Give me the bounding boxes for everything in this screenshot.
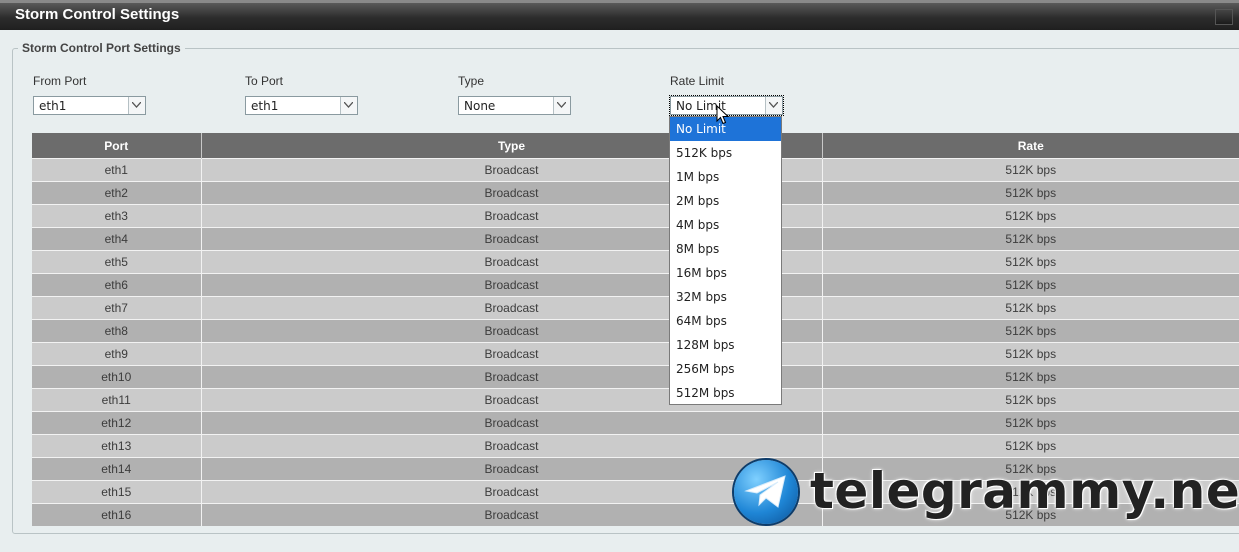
page-title: Storm Control Settings <box>15 6 180 23</box>
watermark-text: telegrammy.net <box>810 462 1239 520</box>
type-select[interactable]: None <box>458 96 571 115</box>
cell-port: eth1 <box>32 158 201 182</box>
dropdown-option[interactable]: 8M bps <box>670 237 781 261</box>
cell-port: eth13 <box>32 434 201 458</box>
cell-port: eth4 <box>32 227 201 251</box>
type-value: None <box>464 99 496 113</box>
table-row: eth10 Broadcast 512K bps <box>32 365 1239 389</box>
cell-rate: 512K bps <box>821 319 1239 343</box>
to-port-label: To Port <box>245 74 284 88</box>
cell-rate: 512K bps <box>821 296 1239 320</box>
chevron-down-icon[interactable] <box>340 97 357 114</box>
cell-rate: 512K bps <box>821 273 1239 297</box>
cell-port: eth6 <box>32 273 201 297</box>
cell-rate: 512K bps <box>821 250 1239 274</box>
title-bar: Storm Control Settings <box>0 0 1239 30</box>
dropdown-option[interactable]: 256M bps <box>670 357 781 381</box>
column-header-port[interactable]: Port <box>32 133 201 159</box>
table-row: eth6 Broadcast 512K bps <box>32 273 1239 297</box>
dropdown-option[interactable]: 128M bps <box>670 333 781 357</box>
cell-port: eth10 <box>32 365 201 389</box>
cell-type: Broadcast <box>200 434 822 458</box>
cell-port: eth11 <box>32 388 201 412</box>
table-row: eth13 Broadcast 512K bps <box>32 434 1239 458</box>
table-row: eth1 Broadcast 512K bps <box>32 158 1239 182</box>
collapse-button[interactable] <box>1215 9 1233 25</box>
cell-type: Broadcast <box>200 480 822 504</box>
dropdown-option[interactable]: 512M bps <box>670 381 781 405</box>
cell-rate: 512K bps <box>821 227 1239 251</box>
table-row: eth12 Broadcast 512K bps <box>32 411 1239 435</box>
table-row: eth11 Broadcast 512K bps <box>32 388 1239 412</box>
to-port-select[interactable]: eth1 <box>245 96 358 115</box>
cell-type: Broadcast <box>200 457 822 481</box>
cell-port: eth7 <box>32 296 201 320</box>
to-port-value: eth1 <box>251 99 279 113</box>
cell-rate: 512K bps <box>821 158 1239 182</box>
table-row: eth2 Broadcast 512K bps <box>32 181 1239 205</box>
rate-limit-dropdown-list[interactable]: No Limit 512K bps 1M bps 2M bps 4M bps 8M bps… <box>669 116 782 405</box>
rate-limit-label: Rate Limit <box>670 74 725 88</box>
type-label: Type <box>458 74 485 88</box>
cell-rate: 512K bps <box>821 388 1239 412</box>
cell-type: Broadcast <box>200 503 822 526</box>
cell-port: eth2 <box>32 181 201 205</box>
cell-port: eth15 <box>32 480 201 504</box>
cell-port: eth3 <box>32 204 201 228</box>
table-row: eth3 Broadcast 512K bps <box>32 204 1239 228</box>
table-row: eth7 Broadcast 512K bps <box>32 296 1239 320</box>
cell-rate: 512K bps <box>821 342 1239 366</box>
fieldset-legend: Storm Control Port Settings <box>18 41 185 55</box>
dropdown-option[interactable]: 1M bps <box>670 165 781 189</box>
dropdown-option[interactable]: 32M bps <box>670 285 781 309</box>
table-row: eth8 Broadcast 512K bps <box>32 319 1239 343</box>
dropdown-option[interactable]: 16M bps <box>670 261 781 285</box>
telegram-logo-icon <box>734 460 798 524</box>
cell-rate: 512K bps <box>821 365 1239 389</box>
cell-port: eth9 <box>32 342 201 366</box>
cell-rate: 512K bps <box>821 411 1239 435</box>
cell-type: Broadcast <box>200 411 822 435</box>
cell-rate: 512K bps <box>821 181 1239 205</box>
dropdown-option[interactable]: 512K bps <box>670 141 781 165</box>
mouse-pointer-icon <box>716 105 730 125</box>
dropdown-option[interactable]: 2M bps <box>670 189 781 213</box>
cell-port: eth5 <box>32 250 201 274</box>
column-header-rate[interactable]: Rate <box>821 133 1239 159</box>
table-row: eth9 Broadcast 512K bps <box>32 342 1239 366</box>
chevron-down-icon[interactable] <box>553 97 570 114</box>
table-row: eth4 Broadcast 512K bps <box>32 227 1239 251</box>
dropdown-option[interactable]: 4M bps <box>670 213 781 237</box>
cell-port: eth14 <box>32 457 201 481</box>
chevron-down-icon[interactable] <box>128 97 145 114</box>
cell-port: eth16 <box>32 503 201 526</box>
cell-port: eth12 <box>32 411 201 435</box>
from-port-label: From Port <box>33 74 87 88</box>
cell-port: eth8 <box>32 319 201 343</box>
from-port-value: eth1 <box>39 99 67 113</box>
dropdown-option[interactable]: 64M bps <box>670 309 781 333</box>
table-row: eth5 Broadcast 512K bps <box>32 250 1239 274</box>
cell-rate: 512K bps <box>821 204 1239 228</box>
from-port-select[interactable]: eth1 <box>33 96 146 115</box>
chevron-down-icon[interactable] <box>765 97 782 114</box>
watermark: telegrammy.net <box>734 460 1239 526</box>
cell-rate: 512K bps <box>821 434 1239 458</box>
